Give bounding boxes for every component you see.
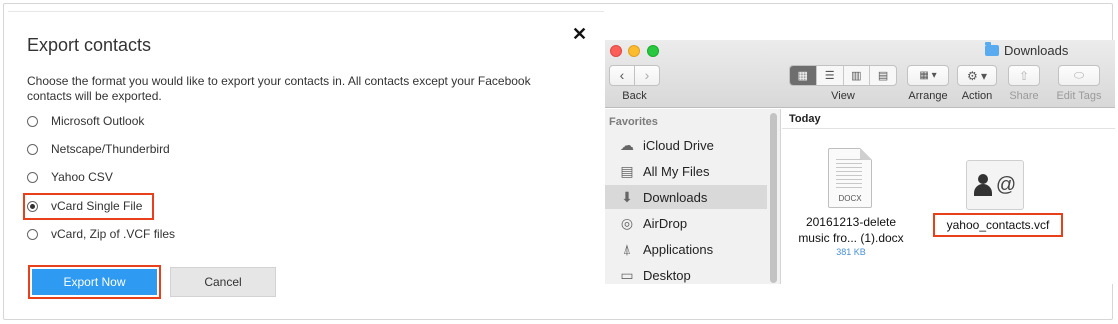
vcard-icon[interactable]: @ — [966, 160, 1024, 210]
files-icon: ▤ — [620, 162, 634, 179]
sidebar-item-label: All My Files — [643, 163, 710, 179]
dialog-title: Export contacts — [27, 35, 152, 55]
option-label: vCard Single File — [51, 199, 143, 213]
option-label: Microsoft Outlook — [51, 114, 145, 128]
radio-button-selected[interactable] — [27, 200, 38, 212]
option-microsoft-outlook[interactable]: Microsoft Outlook — [27, 111, 144, 131]
finder-toolbar: Downloads ‹ › Back ▦ ☰ ▥ ▤ View ▦ ▾ Arra… — [605, 40, 1115, 108]
column-view-icon[interactable]: ▥ — [844, 66, 871, 85]
cloud-icon: ☁ — [620, 136, 634, 153]
chevron-right-icon[interactable]: › — [635, 66, 659, 85]
sidebar-item-desktop[interactable]: ▭ Desktop — [605, 263, 767, 284]
sidebar-item-downloads[interactable]: ⬇ Downloads — [605, 185, 767, 209]
view-mode-control: ▦ ☰ ▥ ▤ — [789, 65, 897, 86]
option-label: Netscape/Thunderbird — [51, 142, 170, 156]
sidebar-item-label: AirDrop — [643, 215, 688, 231]
sidebar-item-icloud-drive[interactable]: ☁ iCloud Drive — [605, 133, 767, 157]
nav-buttons: ‹ › — [609, 65, 660, 86]
chevron-left-icon[interactable]: ‹ — [610, 66, 635, 85]
edit-tags-label: Edit Tags — [1056, 90, 1102, 102]
view-label: View — [831, 90, 855, 102]
desktop-icon: ▭ — [620, 266, 634, 283]
export-now-button[interactable]: Export Now — [28, 265, 161, 299]
sidebar-scrollbar[interactable] — [770, 113, 777, 283]
list-view-icon[interactable]: ☰ — [817, 66, 844, 85]
sidebar-item-label: Desktop — [643, 267, 691, 283]
back-label: Back — [622, 90, 647, 102]
file-type-tag: DOCX — [838, 194, 862, 203]
sidebar-heading: Favorites — [609, 116, 658, 128]
window-title: Downloads — [985, 42, 1069, 58]
zoom-window-button[interactable] — [647, 45, 659, 57]
option-yahoo-csv[interactable]: Yahoo CSV — [27, 167, 113, 187]
close-icon[interactable]: ✕ — [572, 25, 588, 43]
action-button[interactable]: ⚙ ▾ — [957, 65, 997, 86]
file-name[interactable]: 20161213-delete music fro... (1).docx — [795, 214, 907, 246]
window-title-text: Downloads — [1004, 43, 1069, 58]
sidebar-item-label: iCloud Drive — [643, 137, 714, 153]
sidebar-item-all-my-files[interactable]: ▤ All My Files — [605, 159, 767, 183]
minimize-window-button[interactable] — [628, 45, 640, 57]
sidebar-item-airdrop[interactable]: ◎ AirDrop — [605, 211, 767, 235]
action-label: Action — [961, 90, 993, 102]
option-vcard-zip[interactable]: vCard, Zip of .VCF files — [27, 224, 175, 244]
dialog-description: Choose the format you would like to expo… — [27, 74, 531, 103]
arrange-button[interactable]: ▦ ▾ — [907, 65, 949, 86]
document-icon[interactable]: DOCX — [828, 148, 872, 208]
folder-icon — [985, 42, 999, 56]
share-button[interactable]: ⇧ — [1008, 65, 1040, 86]
section-header: Today — [782, 109, 1115, 129]
sidebar-item-label: Applications — [643, 241, 714, 257]
finder-window: Downloads ‹ › Back ▦ ☰ ▥ ▤ View ▦ ▾ Arra… — [605, 40, 1115, 284]
option-label: vCard, Zip of .VCF files — [51, 227, 176, 241]
airdrop-icon: ◎ — [620, 214, 634, 231]
icon-view-icon[interactable]: ▦ — [790, 66, 817, 85]
file-size: 381 KB — [836, 247, 866, 257]
radio-button[interactable] — [27, 228, 38, 240]
applications-icon: ⍋ — [622, 240, 632, 257]
edit-tags-button[interactable]: ⬭ — [1058, 65, 1100, 86]
radio-button[interactable] — [27, 115, 38, 127]
text-lines — [836, 159, 862, 189]
radio-button[interactable] — [27, 171, 38, 183]
finder-sidebar: Favorites ☁ iCloud Drive ▤ All My Files … — [605, 109, 781, 284]
cancel-button[interactable]: Cancel — [170, 267, 276, 297]
at-sign-icon: @ — [995, 173, 1017, 196]
divider — [8, 11, 604, 12]
download-icon: ⬇ — [621, 188, 633, 205]
sidebar-item-label: Downloads — [643, 189, 708, 205]
gear-icon: ⚙ ▾ — [966, 68, 988, 83]
arrange-icon: ▦ ▾ — [919, 70, 937, 81]
file-name[interactable]: yahoo_contacts.vcf — [933, 213, 1063, 237]
tag-icon: ⬭ — [1073, 68, 1085, 82]
option-vcard-single-file[interactable]: vCard Single File — [27, 196, 142, 216]
close-window-button[interactable] — [610, 45, 622, 57]
sidebar-item-applications[interactable]: ⍋ Applications — [605, 237, 767, 261]
option-label: Yahoo CSV — [51, 170, 113, 184]
radio-button[interactable] — [27, 143, 38, 155]
finder-content: Today DOCX 20161213-delete music fro... … — [782, 109, 1115, 284]
option-netscape-thunderbird[interactable]: Netscape/Thunderbird — [27, 139, 170, 159]
share-icon: ⇧ — [1018, 68, 1030, 83]
share-label: Share — [1009, 90, 1039, 102]
arrange-label: Arrange — [908, 90, 948, 102]
export-contacts-dialog: Export contacts ✕ Choose the format you … — [8, 8, 604, 316]
cover-flow-icon[interactable]: ▤ — [870, 66, 896, 85]
person-icon — [973, 174, 992, 196]
